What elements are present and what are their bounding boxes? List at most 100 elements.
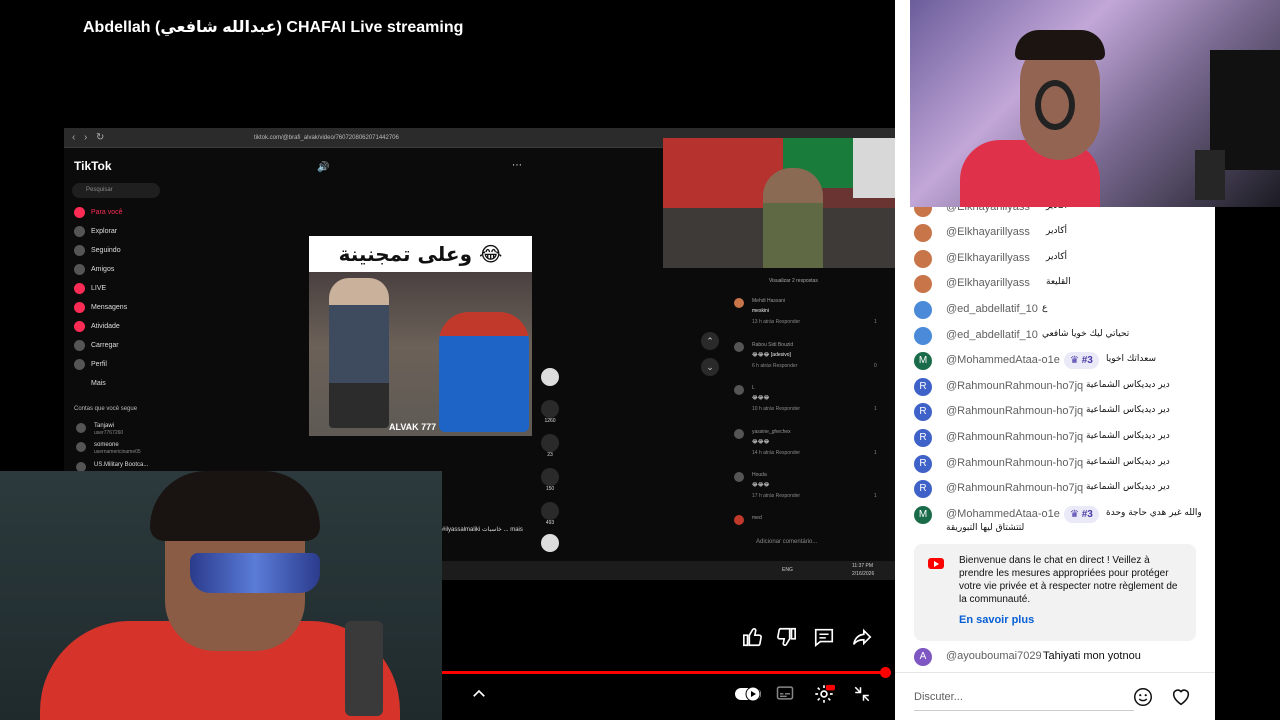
dislike-button[interactable]: [772, 626, 800, 654]
compass-icon: [74, 225, 85, 237]
chevron-up-icon: ⌃: [701, 332, 719, 350]
chat-text: القليعة: [1046, 277, 1071, 287]
tiktok-search: Pesquisar: [72, 183, 160, 198]
learn-more-link[interactable]: En savoir plus: [959, 614, 1034, 626]
volume-icon: 🔊: [317, 162, 330, 173]
progress-bar[interactable]: [442, 667, 891, 678]
creator-avatar: [539, 368, 561, 386]
chat-author[interactable]: @RahmounRahmoun-ho7jq: [946, 431, 1083, 443]
expand-up-button[interactable]: [465, 683, 493, 711]
tiktok-comment-input: Adicionar comentário...: [756, 539, 818, 545]
share-icon: [541, 502, 559, 520]
autoplay-toggle[interactable]: [733, 683, 763, 711]
settings-button[interactable]: [810, 683, 838, 711]
chat-message: R @RahmounRahmoun-ho7jq دير ديديكاس الشماع…: [914, 428, 1194, 448]
tiktok-nav-item: Explorar: [74, 225, 117, 239]
avatar: [914, 327, 932, 345]
chat-author[interactable]: @MohammedAtaa-o1e: [946, 354, 1060, 366]
chat-author[interactable]: @MohammedAtaa-o1e: [946, 508, 1060, 520]
chat-text: دير ديديكاس الشماعية: [1086, 482, 1170, 492]
avatar: [914, 275, 932, 293]
cat-logo-icon: [541, 368, 559, 386]
avatar: [76, 423, 86, 433]
avatar: A: [914, 648, 932, 666]
view-replies: Visualizar 2 respostas: [769, 278, 818, 284]
side-panel: @Elkhayarillyass أكادير @Elkhayarillyass أك…: [895, 0, 1280, 720]
tiktok-nav-item: Perfil: [74, 358, 107, 372]
chat-text: دير ديديكاس الشماعية: [1086, 405, 1170, 415]
chat-text: تحياتي ليك خويا شافعي: [1042, 329, 1130, 339]
tiktok-comments: Visualizar 2 respostas Mehdi Hassani mesk…: [729, 278, 895, 548]
chat-author[interactable]: @ed_abdellatif_10: [946, 329, 1038, 341]
tiktok-logo: TikTok: [74, 159, 112, 173]
gear-icon: [815, 684, 835, 703]
avatar: [914, 250, 932, 268]
chat-text: Tahiyati mon yotnou: [1043, 650, 1141, 662]
chat-input-bar: [895, 672, 1215, 720]
upload-icon: [74, 339, 85, 351]
chat-message: R @RahmounRahmoun-ho7jq دير ديديكاس الشماع…: [914, 402, 1194, 422]
avatar: [914, 301, 932, 319]
progress-scrubber[interactable]: [880, 667, 891, 678]
avatar: R: [914, 403, 932, 421]
activity-icon: [74, 320, 85, 332]
headset: [1035, 80, 1075, 130]
chat-author[interactable]: @RahmounRahmoun-ho7jq: [946, 380, 1083, 392]
exit-fullscreen-button[interactable]: [848, 683, 876, 711]
chat-author[interactable]: @RahmounRahmoun-ho7jq: [946, 482, 1083, 494]
tiktok-nav-item: Atividade: [74, 320, 120, 334]
url-bar: tiktok.com/@brafi_alvak/video/7607208062…: [254, 135, 399, 141]
tiktok-nav-item: Mais: [74, 377, 106, 391]
avatar: R: [914, 378, 932, 396]
sound-disc: [539, 534, 561, 552]
subtitles-button[interactable]: [771, 683, 799, 711]
bookmark-icon: [541, 468, 559, 486]
chat-text: دير ديديكاس الشماعية: [1086, 457, 1170, 467]
person-figure: [329, 278, 389, 428]
youtube-icon: [928, 558, 944, 569]
chat-text: دير ديديكاس الشماعية: [1086, 431, 1170, 441]
chat-message: R @RahmounRahmoun-ho7jq دير ديديكاس الشماع…: [914, 454, 1194, 474]
share-button[interactable]: [848, 626, 876, 654]
home-icon: [74, 206, 85, 218]
save-counter: 150: [539, 468, 561, 492]
tiktok-nav-item: Mensagens: [74, 301, 127, 315]
chat-author[interactable]: @RahmounRahmoun-ho7jq: [946, 405, 1083, 417]
chat-author[interactable]: @ayouboumai7029: [946, 650, 1042, 662]
avatar: [734, 342, 744, 352]
chat-input[interactable]: [914, 683, 1134, 711]
person-figure: [439, 312, 529, 432]
avatar: [734, 429, 744, 439]
chat-author[interactable]: @Elkhayarillyass: [946, 252, 1030, 264]
tiktok-nav-item: Para você: [74, 206, 123, 220]
chat-author[interactable]: @Elkhayarillyass: [946, 277, 1030, 289]
heart-icon: [1172, 689, 1190, 706]
avatar: M: [914, 352, 932, 370]
chat-message: M @MohammedAtaa-o1e ♛ #3 والله غير هدي حاجة…: [914, 505, 1202, 541]
like-counter: 1260: [539, 400, 561, 424]
chat-button[interactable]: [810, 626, 838, 654]
streamer-webcam: [0, 471, 442, 720]
chat-author[interactable]: @RahmounRahmoun-ho7jq: [946, 457, 1083, 469]
messages-icon: [74, 301, 85, 313]
heart-reaction-button[interactable]: [1170, 686, 1192, 708]
chat-author[interactable]: @Elkhayarillyass: [946, 226, 1030, 238]
tiktok-nav-item: Seguindo: [74, 244, 121, 258]
toggle-on-icon: [735, 686, 761, 702]
avatar: [76, 442, 86, 452]
member-badge: ♛ #3: [1064, 506, 1099, 523]
crown-icon: ♛: [1070, 509, 1079, 520]
chat-message: M @MohammedAtaa-o1e ♛ #3 سعداتك اخويا: [914, 351, 1194, 371]
comment-counter: 23: [539, 434, 561, 458]
chat-message: R @RahmounRahmoun-ho7jq دير ديديكاس الشماع…: [914, 479, 1194, 499]
avatar: [734, 472, 744, 482]
chat-bubble-icon: [814, 628, 834, 647]
like-button[interactable]: [739, 626, 767, 654]
chat-message: @ed_abdellatif_10 ع: [914, 300, 1194, 320]
chat-author[interactable]: @ed_abdellatif_10: [946, 303, 1038, 315]
chat-message: R @RahmounRahmoun-ho7jq دير ديديكاس الشماع…: [914, 377, 1194, 397]
avatar: R: [914, 480, 932, 498]
chevron-down-icon: ⌄: [701, 358, 719, 376]
emoji-button[interactable]: [1132, 686, 1154, 708]
video-player[interactable]: Abdellah (عبدالله شافعي) CHAFAI Live str…: [0, 0, 895, 720]
